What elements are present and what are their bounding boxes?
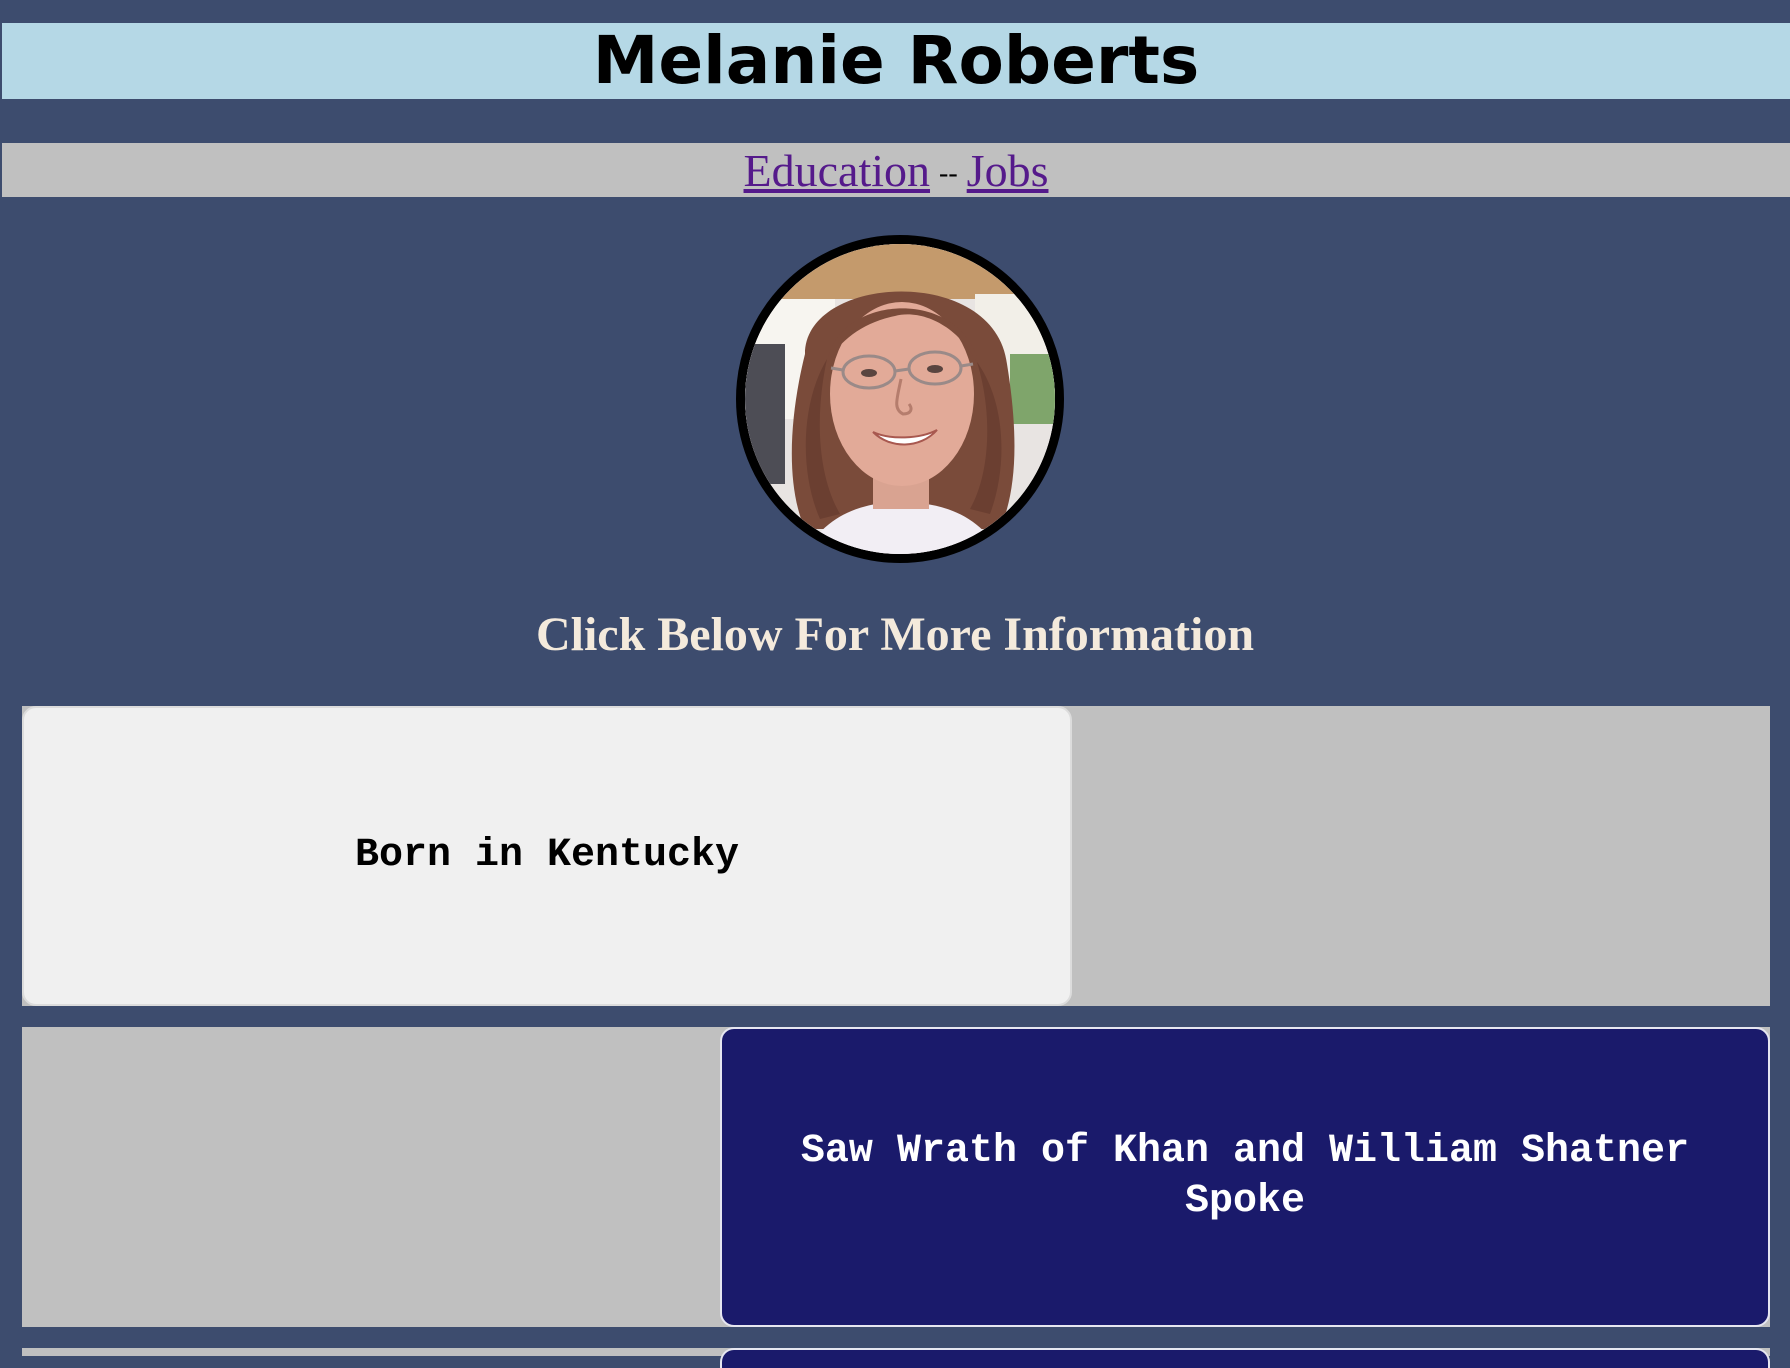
info-card-label: Saw Wrath of Khan and William Shatner Sp… (800, 1129, 1690, 1224)
nav-link-jobs[interactable]: Jobs (967, 144, 1049, 197)
info-row: Born in Kentucky (22, 706, 1770, 1006)
info-card-wrath-of-khan[interactable]: Saw Wrath of Khan and William Shatner Sp… (720, 1027, 1770, 1327)
profile-avatar (736, 235, 1064, 563)
info-card-partial[interactable] (720, 1348, 1770, 1368)
nav-link-education[interactable]: Education (744, 144, 931, 197)
info-row (22, 1348, 1770, 1368)
nav-separator: -- (939, 158, 958, 189)
cta-heading: Click Below For More Information (535, 608, 1255, 661)
info-row: Saw Wrath of Khan and William Shatner Sp… (22, 1027, 1770, 1327)
info-card-born[interactable]: Born in Kentucky (22, 706, 1072, 1006)
nav-bar: Education -- Jobs (2, 143, 1790, 197)
page-title: Melanie Roberts (592, 22, 1200, 99)
page-header: Melanie Roberts (2, 23, 1790, 99)
profile-photo-icon (745, 244, 1055, 554)
info-card-label: Born in Kentucky (354, 833, 740, 878)
